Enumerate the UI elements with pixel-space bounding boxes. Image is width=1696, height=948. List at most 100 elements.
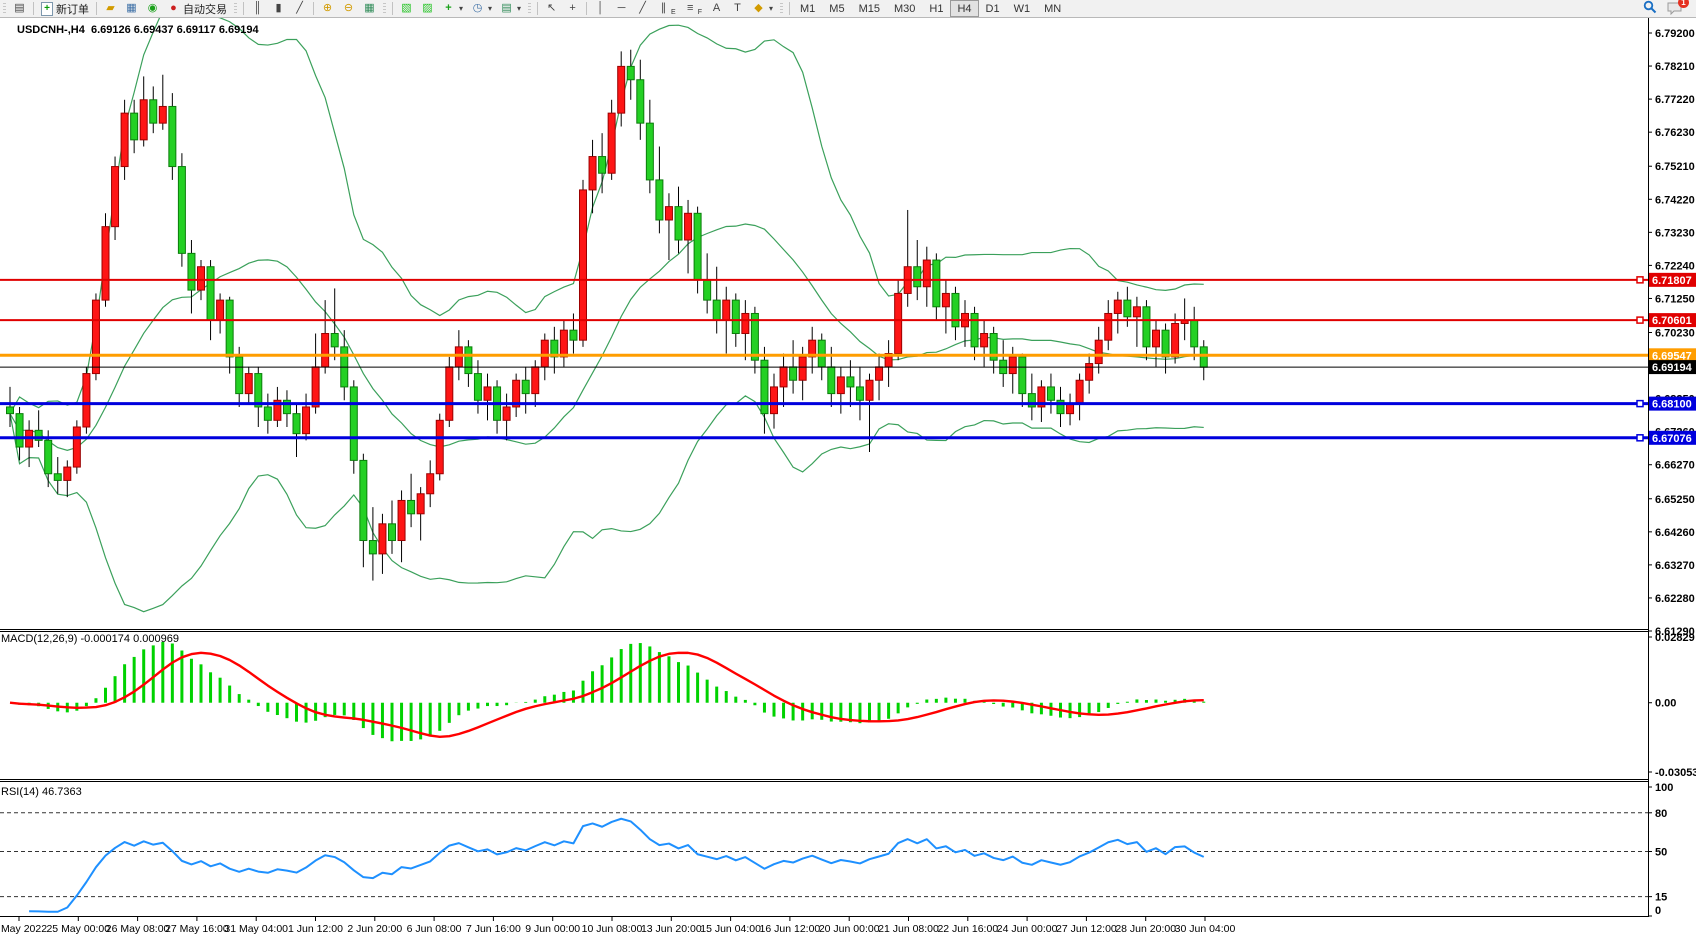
crosshair-icon: + xyxy=(566,2,579,15)
rsi-indicator-label: RSI(14) 46.7363 xyxy=(1,786,82,798)
new-order-icon: + xyxy=(41,2,53,16)
text-tool-icon: A xyxy=(710,2,723,15)
price-tick-label: 6.62280 xyxy=(1655,593,1695,605)
time-axis-label: 28 Jun 20:00 xyxy=(1115,923,1176,935)
timeframe-button-M5[interactable]: M5 xyxy=(822,0,851,17)
bollinger-lower-band[interactable] xyxy=(10,396,1204,612)
arrange-b-icon: ▨ xyxy=(421,2,434,15)
auto-trading-button[interactable]: ● 自动交易 xyxy=(163,1,231,16)
macd-axis-label: -0.030537 xyxy=(1655,767,1696,779)
timeframe-button-H1[interactable]: H1 xyxy=(922,0,950,17)
time-axis-label: 9 Jun 00:00 xyxy=(525,923,580,935)
caret-down-icon: ▾ xyxy=(459,4,463,13)
period-button[interactable]: ◷ ▾ xyxy=(467,1,496,16)
ohlc-values-label: 6.69126 6.69437 6.69117 6.69194 xyxy=(91,24,259,36)
shapes-icon: ◆ xyxy=(752,2,765,15)
price-tick-label: 6.77220 xyxy=(1655,94,1695,106)
trendline-icon: ╱ xyxy=(636,2,649,15)
chart-window-button[interactable]: ▦ xyxy=(121,1,142,16)
trendline-tool-button[interactable]: ╱ xyxy=(632,1,653,16)
timeframe-button-MN[interactable]: MN xyxy=(1037,0,1068,17)
zoom-in-icon: ⊕ xyxy=(321,2,334,15)
symbol-period-label: USDCNH-,H4 xyxy=(17,24,85,36)
macd-histogram xyxy=(10,642,1204,741)
timeframe-button-W1[interactable]: W1 xyxy=(1007,0,1038,17)
rsi-axis-label: 80 xyxy=(1655,808,1667,820)
time-axis-label: 31 May 04:00 xyxy=(224,923,288,935)
fibonacci-tool-button[interactable]: ≡ F xyxy=(680,1,706,16)
line-chart-button[interactable]: ╱ xyxy=(289,1,310,16)
styler-button[interactable]: ▰ xyxy=(100,1,121,16)
price-tick-label: 6.63270 xyxy=(1655,560,1695,572)
timeframe-button-D1[interactable]: D1 xyxy=(979,0,1007,17)
text-tool-button[interactable]: A xyxy=(706,1,727,16)
toolbar-grip[interactable] xyxy=(3,3,6,15)
price-tick-label: 6.75210 xyxy=(1655,161,1695,173)
price-tick-label: 6.76230 xyxy=(1655,127,1695,139)
chart-area[interactable]: 6.79200 6.78210 6.77220 6.76230 6.75210 6.742… xyxy=(0,0,1696,943)
horizontal-line-icon: ─ xyxy=(615,2,628,15)
window-button[interactable]: ▤ xyxy=(9,1,30,16)
arrange-a-icon: ▧ xyxy=(400,2,413,15)
tile-windows-button[interactable]: ▦ xyxy=(359,1,380,16)
bollinger-upper-band[interactable] xyxy=(10,4,1204,414)
price-tick-label: 6.65250 xyxy=(1655,494,1695,506)
timeframe-button-M1[interactable]: M1 xyxy=(793,0,822,17)
hline-marker[interactable] xyxy=(1637,401,1643,407)
timeframe-switcher: M1M5M15M30H1H4D1W1MN xyxy=(793,0,1068,17)
search-icon xyxy=(1643,0,1657,14)
cursor-tool-button[interactable]: ↖ xyxy=(541,1,562,16)
label-tool-button[interactable]: T xyxy=(727,1,748,16)
time-axis-label: 20 Jun 00:00 xyxy=(819,923,880,935)
horizontal-line-tool-button[interactable]: ─ xyxy=(611,1,632,16)
time-axis-label: 13 Jun 20:00 xyxy=(641,923,702,935)
vertical-line-tool-button[interactable]: │ xyxy=(590,1,611,16)
timeframe-button-H4[interactable]: H4 xyxy=(950,0,978,17)
time-axis-label: 22 Jun 16:00 xyxy=(937,923,998,935)
window-mini-icon: ▤ xyxy=(13,2,26,15)
notifications-button[interactable]: 1 xyxy=(1667,2,1682,15)
timeframe-button-M15[interactable]: M15 xyxy=(852,0,887,17)
caret-down-icon: ▾ xyxy=(769,4,773,13)
new-order-button[interactable]: + 新订单 xyxy=(37,1,93,16)
macd-indicator-label: MACD(12,26,9) -0.000174 0.000969 xyxy=(1,633,179,645)
price-tick-label: 6.79200 xyxy=(1655,28,1695,40)
zoom-in-button[interactable]: ⊕ xyxy=(317,1,338,16)
shapes-tool-button[interactable]: ◆ ▾ xyxy=(748,1,777,16)
time-axis-label: 25 May 00:00 xyxy=(46,923,110,935)
crosshair-tool-button[interactable]: + xyxy=(562,1,583,16)
template-button[interactable]: ▤ ▾ xyxy=(496,1,525,16)
price-tick-label: 6.72240 xyxy=(1655,260,1695,272)
time-axis-label: 6 Jun 08:00 xyxy=(407,923,462,935)
zoom-out-button[interactable]: ⊖ xyxy=(338,1,359,16)
zoom-out-icon: ⊖ xyxy=(342,2,355,15)
price-tick-label: 6.78210 xyxy=(1655,61,1695,73)
hline-marker[interactable] xyxy=(1637,277,1643,283)
candlestick-button[interactable]: ▮ xyxy=(268,1,289,16)
chart-canvas[interactable]: 6.79200 6.78210 6.77220 6.76230 6.75210 6.742… xyxy=(0,0,1696,943)
search-button[interactable] xyxy=(1643,0,1657,17)
signals-button[interactable]: ◉ xyxy=(142,1,163,16)
fibonacci-sub-label: F xyxy=(698,9,702,16)
auto-trading-icon: ● xyxy=(167,2,180,15)
bar-chart-button[interactable]: ║ xyxy=(247,1,268,16)
time-axis-label: 10 Jun 08:00 xyxy=(582,923,643,935)
hline-marker[interactable] xyxy=(1637,317,1643,323)
add-indicator-button[interactable]: + ▾ xyxy=(438,1,467,16)
signals-icon: ◉ xyxy=(146,2,159,15)
price-tick-label: 6.74220 xyxy=(1655,194,1695,206)
timeframe-button-M30[interactable]: M30 xyxy=(887,0,922,17)
time-axis-label: 24 Jun 00:00 xyxy=(997,923,1058,935)
time-axis-label: 1 Jun 12:00 xyxy=(288,923,343,935)
arrange-b-button[interactable]: ▨ xyxy=(417,1,438,16)
price-tick-label: 6.73230 xyxy=(1655,227,1695,239)
price-badge-label: 6.69194 xyxy=(1652,362,1693,374)
time-axis-label: 21 Jun 08:00 xyxy=(878,923,939,935)
hline-marker[interactable] xyxy=(1637,435,1643,441)
channel-tool-button[interactable]: ∥ E xyxy=(653,1,680,16)
macd-axis-label: 0.02829 xyxy=(1655,632,1695,644)
caret-down-icon: ▾ xyxy=(488,4,492,13)
arrange-a-button[interactable]: ▧ xyxy=(396,1,417,16)
time-axis[interactable]: May 202225 May 00:0026 May 08:0027 May 1… xyxy=(1,917,1236,935)
price-tick-label: 6.64260 xyxy=(1655,527,1695,539)
